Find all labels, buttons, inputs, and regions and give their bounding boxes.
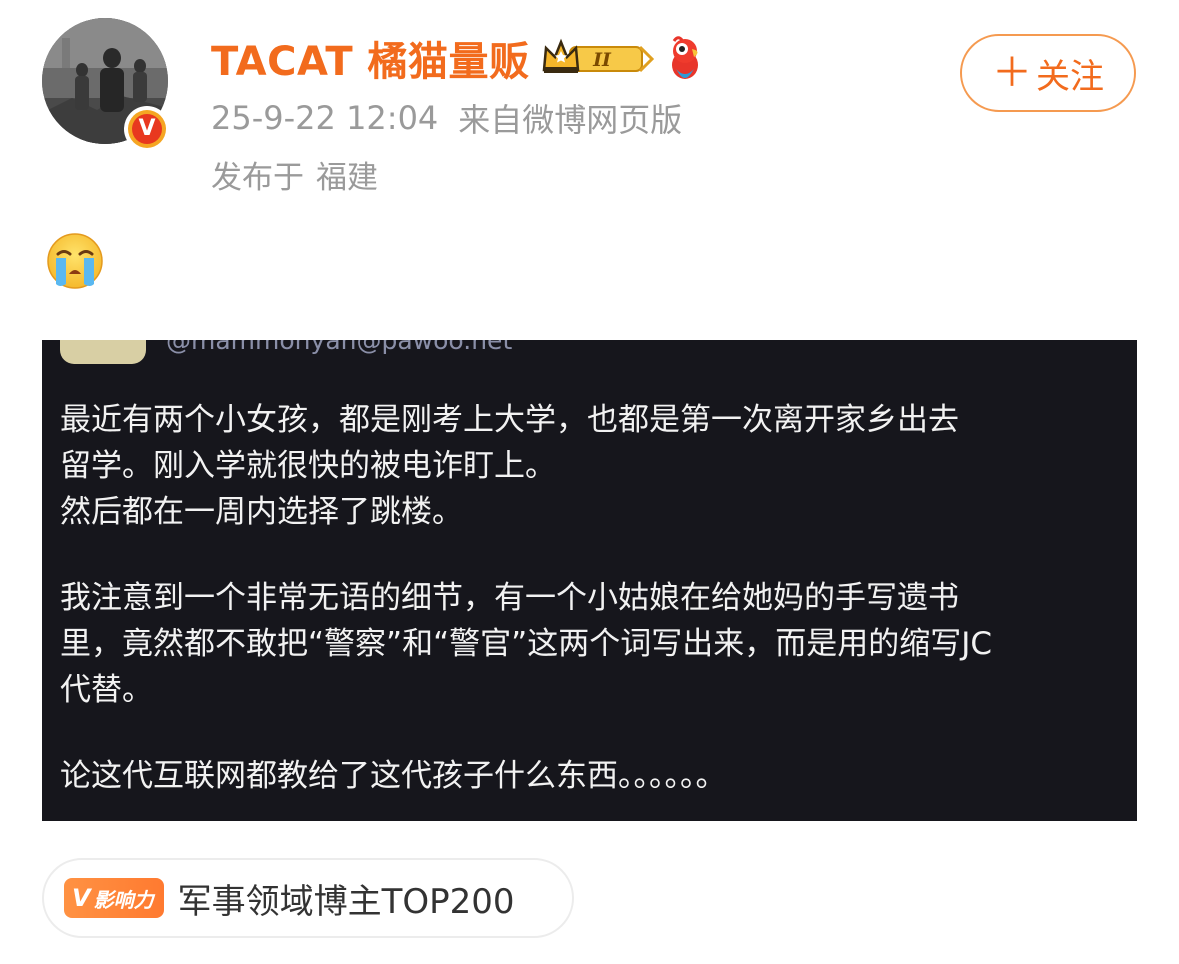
image-text-line-1: 最近有两个小女孩，都是刚考上大学，也都是第一次离开家乡出去 bbox=[60, 402, 959, 438]
quoted-avatar bbox=[60, 340, 146, 364]
follow-button[interactable]: ＋ 关注 bbox=[960, 34, 1136, 112]
parrot-mascot-icon bbox=[664, 35, 706, 81]
influence-v-icon: V bbox=[72, 884, 91, 912]
post-source: 来自微博网页版 bbox=[458, 101, 683, 139]
plus-icon: ＋ bbox=[992, 50, 1032, 96]
location-prefix: 发布于 bbox=[211, 159, 304, 196]
image-text-line-6: 代替。 bbox=[60, 672, 153, 708]
username-row: TACAT 橘猫量贩 II bbox=[211, 30, 706, 86]
follow-label: 关注 bbox=[1036, 56, 1104, 97]
image-text-line-7: 论这代互联网都教给了这代孩子什么东西。。。。。。 bbox=[60, 758, 727, 794]
vip-level-text: II bbox=[592, 49, 612, 71]
image-text-line-4: 我注意到一个非常无语的细节，有一个小姑娘在给她妈的手写遗书 bbox=[60, 580, 959, 616]
image-text-line-3: 然后都在一周内选择了跳楼。 bbox=[60, 494, 463, 530]
post-image[interactable]: @mammonyan@pawoo.net 最近有两个小女孩，都是刚考上大学，也都… bbox=[42, 340, 1137, 821]
influence-badge: V 影响力 bbox=[64, 878, 164, 918]
quoted-user-handle: @mammonyan@pawoo.net bbox=[166, 340, 513, 355]
post-location: 发布于 福建 bbox=[211, 152, 378, 196]
influence-badge-text: 影响力 bbox=[93, 887, 154, 912]
post-meta: 25-9-22 12:04 来自微博网页版 bbox=[211, 96, 682, 140]
influence-label: 军事领域博主TOP200 bbox=[177, 881, 515, 922]
post-timestamp: 25-9-22 12:04 bbox=[211, 99, 439, 137]
image-text-line-2: 留学。刚入学就很快的被电诈盯上。 bbox=[60, 448, 556, 484]
crying-face-icon bbox=[47, 233, 103, 289]
vip-crown-icon[interactable]: II bbox=[540, 38, 654, 78]
verified-letter: V bbox=[132, 114, 162, 144]
influence-tag[interactable]: V 影响力 军事领域博主TOP200 bbox=[42, 858, 574, 938]
username[interactable]: TACAT 橘猫量贩 bbox=[211, 29, 530, 87]
verified-badge: V bbox=[124, 106, 170, 152]
location-name: 福建 bbox=[316, 159, 378, 196]
image-text-line-5: 里，竟然都不敢把“警察”和“警官”这两个词写出来，而是用的缩写JC bbox=[60, 626, 993, 662]
